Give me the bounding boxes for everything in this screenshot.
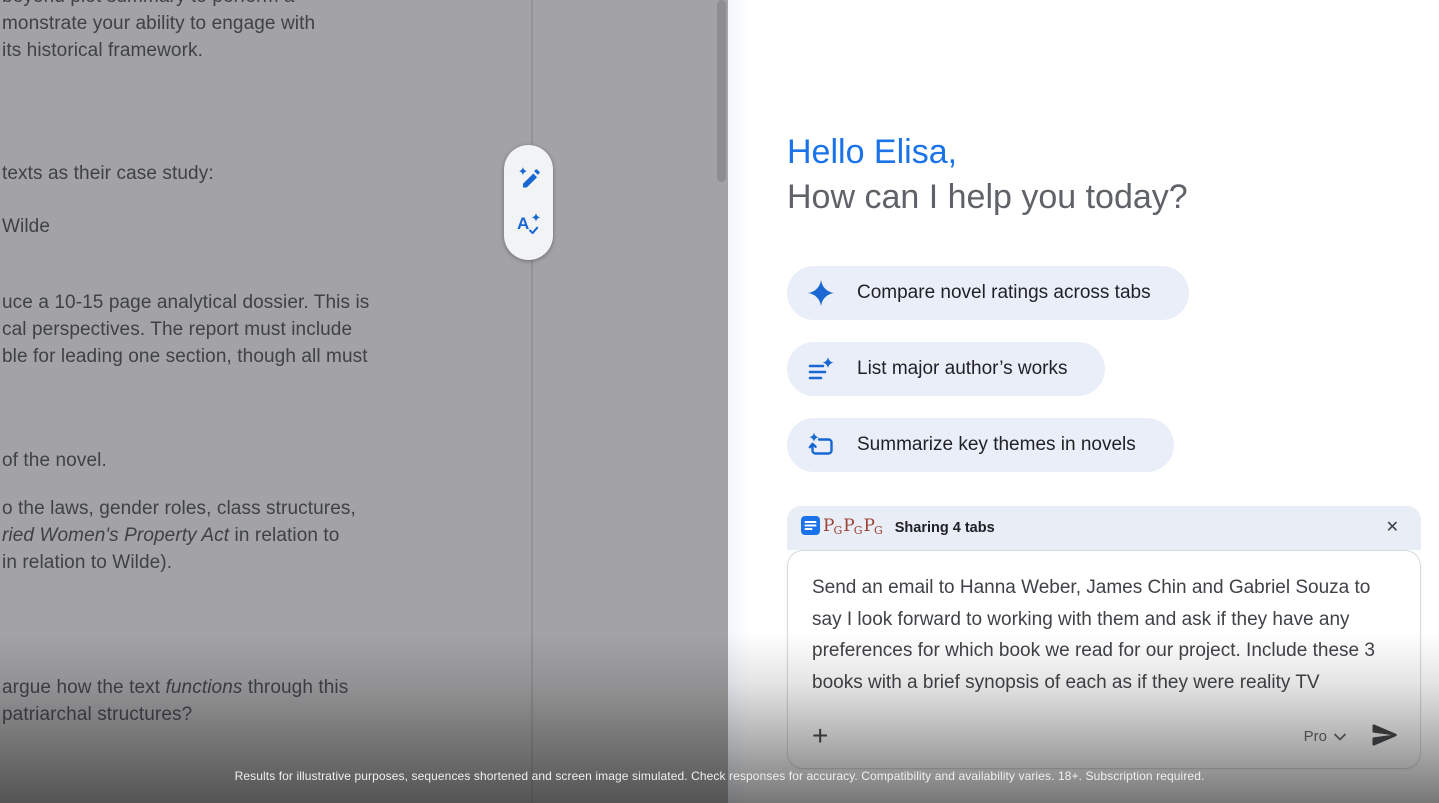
chip-label: List major author’s works: [857, 358, 1067, 380]
greeting-name: Hello Elisa,: [787, 130, 1439, 175]
gemini-panel: Hello Elisa, How can I help you today? C…: [728, 0, 1439, 803]
document-text-line: argue how the text functions through thi…: [2, 674, 520, 701]
prompt-composer: Send an email to Hanna Weber, James Chin…: [787, 550, 1421, 769]
document-text-line: uce a 10-15 page analytical dossier. Thi…: [2, 289, 520, 316]
greeting: Hello Elisa, How can I help you today?: [787, 130, 1439, 220]
document-paragraph: of the novel.: [0, 447, 520, 474]
pencil-spark-icon: [517, 166, 541, 193]
sharing-label: Sharing 4 tabs: [895, 520, 995, 536]
document-paragraph: uce a 10-15 page analytical dossier. Thi…: [0, 289, 520, 370]
context-sharing-card: PGPGPG Sharing 4 tabs ✕ Send an email to…: [787, 506, 1421, 769]
document-text-line: texts as their case study:: [2, 160, 520, 187]
document-paragraph: argue how the text functions through thi…: [0, 674, 520, 728]
document-text-line: patriarchal structures?: [2, 701, 520, 728]
chip-list-works[interactable]: List major author’s works: [787, 342, 1105, 396]
chip-label: Compare novel ratings across tabs: [857, 282, 1151, 304]
gutenberg-favicon: PG: [823, 518, 842, 539]
chip-label: Summarize key themes in novels: [857, 434, 1136, 456]
document-text-line: ble for leading one section, though all …: [2, 343, 520, 370]
document-text-line: monstrate your ability to engage with: [2, 10, 520, 37]
document-text-line: beyond plot summary to perform a: [2, 0, 520, 10]
svg-text:A: A: [517, 214, 529, 233]
screen: beyond plot summary to perform amonstrat…: [0, 0, 1439, 803]
list-spark-icon: [807, 355, 835, 383]
model-picker[interactable]: Pro: [1304, 728, 1346, 745]
document-text-line: its historical framework.: [2, 37, 520, 64]
document-text-line: Wilde: [2, 213, 520, 240]
composer-footer: + Pro: [788, 716, 1420, 768]
document-text-line: of the novel.: [2, 447, 520, 474]
sharing-bar: PGPGPG Sharing 4 tabs ✕: [787, 506, 1421, 550]
document-pane: beyond plot summary to perform amonstrat…: [0, 0, 728, 803]
help-me-write-button[interactable]: [516, 167, 542, 193]
document-text-line: in relation to Wilde).: [2, 549, 520, 576]
chevron-down-icon: [1334, 728, 1346, 745]
document-text-line: o the laws, gender roles, class structur…: [2, 495, 520, 522]
gutenberg-favicon: PG: [843, 518, 862, 539]
suggestion-chips: Compare novel ratings across tabs: [787, 266, 1439, 472]
model-label: Pro: [1304, 728, 1327, 745]
send-icon: [1370, 720, 1400, 753]
chip-summarize-themes[interactable]: Summarize key themes in novels: [787, 418, 1174, 472]
spark-icon: [807, 279, 835, 307]
greeting-question: How can I help you today?: [787, 175, 1439, 220]
chip-compare-ratings[interactable]: Compare novel ratings across tabs: [787, 266, 1189, 320]
add-attachment-button[interactable]: +: [808, 722, 832, 750]
legal-disclaimer: Results for illustrative purposes, seque…: [0, 769, 1439, 783]
summarize-spark-icon: [807, 431, 835, 459]
send-button[interactable]: [1370, 720, 1400, 753]
document-paragraph: Wilde: [0, 213, 520, 240]
document-column-divider: [531, 0, 533, 803]
document-paragraph: beyond plot summary to perform amonstrat…: [0, 0, 520, 64]
editing-tools-pill: A: [504, 145, 553, 260]
proofread-button[interactable]: A: [516, 213, 542, 239]
scrollbar[interactable]: [717, 0, 726, 182]
google-doc-favicon: [801, 516, 822, 540]
document-paragraph: o the laws, gender roles, class structur…: [0, 495, 520, 576]
close-icon[interactable]: ✕: [1382, 516, 1403, 540]
gutenberg-favicon: PG: [864, 518, 883, 539]
prompt-input[interactable]: Send an email to Hanna Weber, James Chin…: [788, 551, 1420, 698]
document-text-line: ried Women's Property Act in relation to: [2, 522, 520, 549]
document-text-line: cal perspectives. The report must includ…: [2, 316, 520, 343]
a-spark-check-icon: A: [516, 211, 542, 240]
document-paragraph: texts as their case study:: [0, 160, 520, 187]
shared-tab-favicons: PGPGPG: [801, 516, 883, 540]
